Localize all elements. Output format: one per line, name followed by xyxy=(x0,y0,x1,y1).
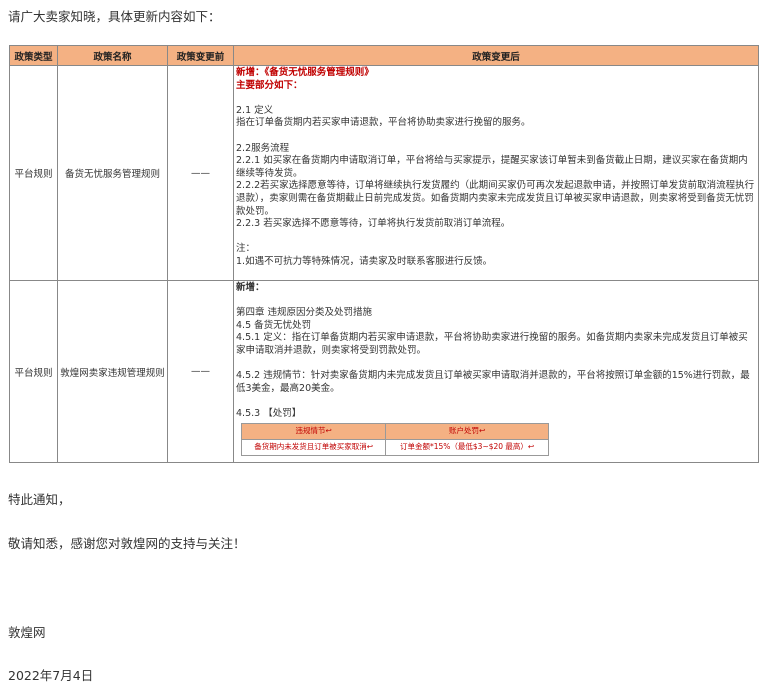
cell-policy-after: 新增： 第四章 违规原因分类及处罚措施 4.5 备货无忧处罚 4.5.1 定义：… xyxy=(233,280,759,463)
note-label: 注： xyxy=(236,243,256,255)
new-rule-title: 新增：《备货无忧服务管理规则》 xyxy=(236,67,374,78)
penalty-cell-account: 订单金额*15%（最低$3~$20 最高）↩ xyxy=(385,438,549,456)
penalty-header-account: 账户处罚↩ xyxy=(385,422,549,440)
cell-policy-before: —— xyxy=(167,280,234,463)
penalty-table-row: 备货期内未发货且订单被买家取消↩ 订单金额*15%（最低$3~$20 最高）↩ xyxy=(240,438,549,456)
note-text: 1.如遇不可抗力等特殊情况，请卖家及时联系客服进行反馈。 xyxy=(236,255,493,267)
paragraph: 4.5.1 定义：指在订单备货期内若买家申请退款，平台将协助卖家进行挽留的服务。… xyxy=(236,332,748,356)
cell-policy-type: 平台规则 xyxy=(9,65,58,281)
section-heading: 2.1 定义 xyxy=(236,104,274,116)
paragraph: 4.5.2 违规情节：针对卖家备货期内未完成发货且订单被买家申请取消并退款的，平… xyxy=(236,370,750,394)
cell-policy-before: —— xyxy=(167,65,234,281)
section-heading: 2.2服务流程 xyxy=(236,142,290,154)
paragraph: 2.2.3 若买家选择不愿意等待，订单将执行发货前取消订单流程。 xyxy=(236,218,511,230)
thanks-text: 敬请知悉，感谢您对敦煌网的支持与关注！ xyxy=(8,536,246,551)
table-row: 平台规则 备货无忧服务管理规则 —— 新增：《备货无忧服务管理规则》 主要部分如… xyxy=(9,65,759,281)
cell-policy-name: 备货无忧服务管理规则 xyxy=(57,65,168,281)
signature: 敦煌网 xyxy=(8,625,46,640)
chapter-heading: 第四章 违规原因分类及处罚措施 xyxy=(236,307,373,319)
paragraph: 指在订单备货期内若买家申请退款，平台将协助卖家进行挽留的服务。 xyxy=(236,117,531,129)
section-heading: 4.5 备货无忧处罚 xyxy=(236,319,312,331)
header-policy-before: 政策变更前 xyxy=(167,45,234,66)
cell-policy-after: 新增：《备货无忧服务管理规则》 主要部分如下： 2.1 定义 指在订单备货期内若… xyxy=(233,65,759,281)
penalty-heading: 4.5.3 【处罚】 xyxy=(236,407,302,419)
header-policy-name: 政策名称 xyxy=(57,45,168,66)
penalty-table-header: 违规情节↩ 账户处罚↩ xyxy=(240,422,549,440)
header-policy-type: 政策类型 xyxy=(9,45,58,66)
penalty-cell-violation: 备货期内未发货且订单被买家取消↩ xyxy=(240,438,387,456)
paragraph: 2.2.2若买家选择愿意等待，订单将继续执行发货履约（此期间买家仍可再次发起退款… xyxy=(236,180,755,217)
policy-change-table: 政策类型 政策名称 政策变更前 政策变更后 平台规则 备货无忧服务管理规则 ——… xyxy=(9,45,759,463)
main-parts-label: 主要部分如下： xyxy=(236,79,303,91)
closing-text: 特此通知， xyxy=(8,492,71,507)
penalty-header-violation: 违规情节↩ xyxy=(240,422,387,440)
cell-policy-type: 平台规则 xyxy=(9,280,58,463)
table-row: 平台规则 敦煌网卖家违规管理规则 —— 新增： 第四章 违规原因分类及处罚措施 … xyxy=(9,280,759,463)
penalty-table: 违规情节↩ 账户处罚↩ 备货期内未发货且订单被买家取消↩ 订单金额*15%（最低… xyxy=(240,422,549,456)
header-policy-after: 政策变更后 xyxy=(233,45,759,66)
new-label: 新增： xyxy=(236,282,265,293)
intro-text: 请广大卖家知晓，具体更新内容如下： xyxy=(8,9,221,24)
table-header-row: 政策类型 政策名称 政策变更前 政策变更后 xyxy=(9,45,759,66)
date: 2022年7月4日 xyxy=(8,668,94,683)
paragraph: 2.2.1 如买家在备货期内申请取消订单，平台将给与买家提示，提醒买家该订单暂未… xyxy=(236,155,748,179)
cell-policy-name: 敦煌网卖家违规管理规则 xyxy=(57,280,168,463)
